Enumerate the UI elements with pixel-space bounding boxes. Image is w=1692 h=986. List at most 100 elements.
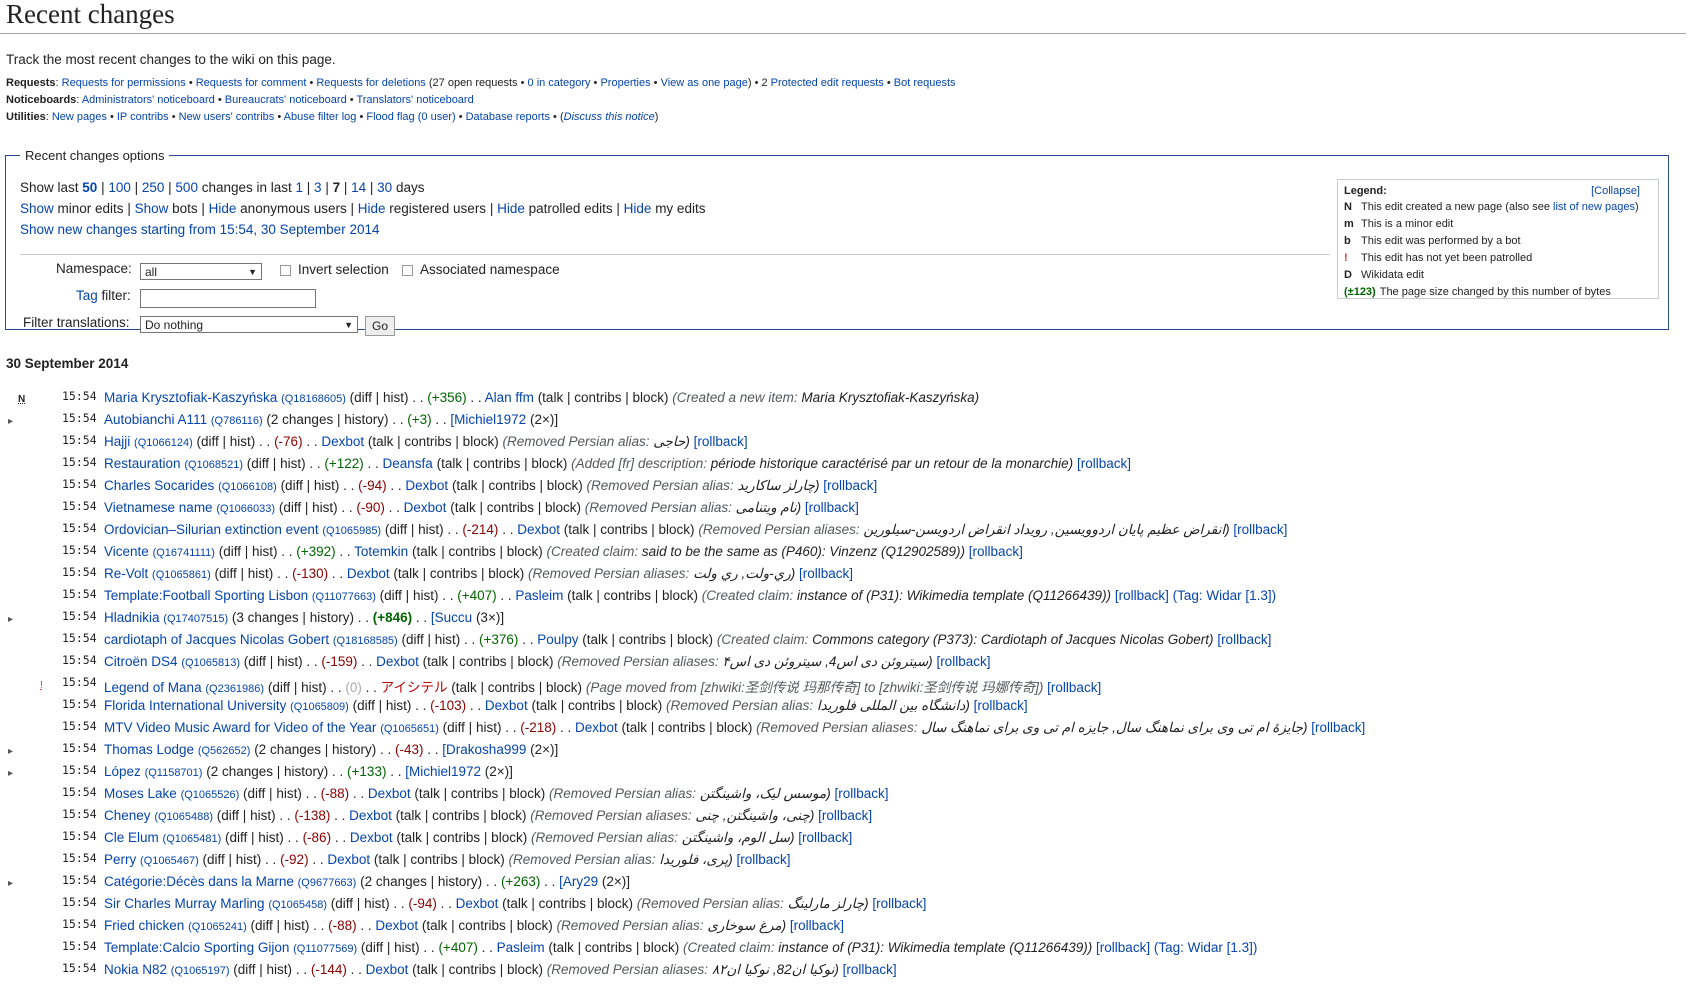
user-link[interactable]: Dexbot bbox=[347, 566, 390, 581]
user-tools[interactable]: (talk | contribs | block) bbox=[396, 830, 527, 845]
user-link[interactable]: Dexbot bbox=[404, 500, 447, 515]
rollback-link[interactable]: [rollback] bbox=[694, 434, 748, 449]
item-id-link[interactable]: (Q1065488) bbox=[154, 811, 213, 823]
user-link[interactable]: Dexbot bbox=[366, 962, 409, 977]
page-link[interactable]: Restauration bbox=[104, 456, 181, 471]
page-link[interactable]: Citroën DS4 bbox=[104, 654, 178, 669]
user-tools[interactable]: (talk | contribs | block) bbox=[452, 478, 583, 493]
rollback-link[interactable]: [rollback] bbox=[736, 852, 790, 867]
link-flood-flag[interactable]: Flood flag bbox=[366, 111, 414, 123]
toggle-anonymous[interactable]: Hide bbox=[209, 201, 237, 216]
user-tools[interactable]: (talk | contribs | block) bbox=[437, 456, 568, 471]
user-link[interactable]: [Ary29 bbox=[559, 874, 598, 889]
user-tools[interactable]: (talk | contribs | block) bbox=[538, 390, 669, 405]
link-database-reports[interactable]: Database reports bbox=[466, 111, 550, 123]
diff-hist-links[interactable]: (2 changes | history) bbox=[266, 412, 388, 427]
page-link[interactable]: Template:Calcio Sporting Gijon bbox=[104, 940, 289, 955]
rollback-link[interactable]: [rollback] bbox=[843, 962, 897, 977]
rollback-link[interactable]: [rollback] bbox=[1311, 720, 1365, 735]
item-id-link[interactable]: (Q1158701) bbox=[145, 767, 203, 779]
page-link[interactable]: Moses Lake bbox=[104, 786, 177, 801]
show-new-changes-link[interactable]: Show new changes starting from 15:54, 30… bbox=[20, 222, 379, 237]
rollback-link[interactable]: [rollback] bbox=[798, 830, 852, 845]
limit-50[interactable]: 50 bbox=[82, 180, 97, 195]
user-link[interactable]: Dexbot bbox=[349, 808, 392, 823]
page-link[interactable]: Catégorie:Décès dans la Marne bbox=[104, 874, 294, 889]
item-id-link[interactable]: (Q786116) bbox=[211, 415, 263, 427]
tag-filter-input[interactable] bbox=[140, 289, 316, 308]
user-link[interactable]: Dexbot bbox=[350, 830, 393, 845]
link-discuss-notice[interactable]: Discuss this notice bbox=[564, 111, 655, 123]
item-id-link[interactable]: (Q16741111) bbox=[153, 547, 215, 559]
diff-hist-links[interactable]: (diff | hist) bbox=[197, 434, 256, 449]
link-admin-noticeboard[interactable]: Administrators' noticeboard bbox=[82, 94, 215, 106]
item-id-link[interactable]: (Q1065481) bbox=[163, 833, 222, 845]
user-link[interactable]: Deansfa bbox=[383, 456, 433, 471]
page-link[interactable]: Thomas Lodge bbox=[104, 742, 194, 757]
user-link[interactable]: Poulpy bbox=[537, 632, 578, 647]
expand-toggle-icon[interactable]: ▸ bbox=[8, 614, 13, 625]
user-tools[interactable]: (talk | contribs | block) bbox=[423, 654, 554, 669]
diff-hist-links[interactable]: (3 changes | history) bbox=[232, 610, 354, 625]
user-tools[interactable]: (2×)] bbox=[530, 412, 558, 427]
page-link[interactable]: Ordovician–Silurian extinction event bbox=[104, 522, 319, 537]
associated-namespace-checkbox[interactable] bbox=[402, 265, 413, 276]
rollback-link[interactable]: [rollback] bbox=[805, 500, 859, 515]
diff-hist-links[interactable]: (diff | hist) bbox=[233, 962, 292, 977]
days-1[interactable]: 1 bbox=[296, 180, 304, 195]
diff-hist-links[interactable]: (diff | hist) bbox=[251, 918, 310, 933]
item-id-link[interactable]: (Q1065526) bbox=[181, 789, 240, 801]
diff-hist-links[interactable]: (diff | hist) bbox=[385, 522, 444, 537]
item-id-link[interactable]: (Q1065861) bbox=[152, 569, 211, 581]
user-link[interactable]: Dexbot bbox=[375, 918, 418, 933]
diff-hist-links[interactable]: (diff | hist) bbox=[243, 786, 302, 801]
page-link[interactable]: Perry bbox=[104, 852, 136, 867]
page-link[interactable]: Vietnamese name bbox=[104, 500, 213, 515]
list-of-new-pages-link[interactable]: list of new pages bbox=[1553, 201, 1635, 213]
diff-hist-links[interactable]: (2 changes | history) bbox=[206, 764, 328, 779]
rollback-link[interactable]: [rollback] bbox=[818, 808, 872, 823]
user-tools[interactable]: (talk | contribs | block) bbox=[531, 698, 662, 713]
user-tools[interactable]: (talk | contribs | block) bbox=[451, 680, 582, 695]
item-id-link[interactable]: (Q18168605) bbox=[281, 393, 346, 405]
link-flood-users[interactable]: (0 user) bbox=[418, 111, 456, 123]
days-7[interactable]: 7 bbox=[333, 180, 341, 195]
rollback-link[interactable]: [rollback] bbox=[1077, 456, 1131, 471]
diff-hist-links[interactable]: (2 changes | history) bbox=[360, 874, 482, 889]
item-id-link[interactable]: (Q1065813) bbox=[181, 657, 240, 669]
user-tools[interactable]: (talk | contribs | block) bbox=[622, 720, 753, 735]
item-id-link[interactable]: (Q18168585) bbox=[333, 635, 398, 647]
invert-selection-checkbox[interactable] bbox=[280, 265, 291, 276]
diff-hist-links[interactable]: (diff | hist) bbox=[244, 654, 303, 669]
diff-hist-links[interactable]: (diff | hist) bbox=[380, 588, 439, 603]
user-link[interactable]: [Drakosha999 bbox=[442, 742, 526, 757]
page-link[interactable]: Nokia N82 bbox=[104, 962, 167, 977]
user-link[interactable]: Totemkin bbox=[354, 544, 408, 559]
page-link[interactable]: MTV Video Music Award for Video of the Y… bbox=[104, 720, 376, 735]
diff-hist-links[interactable]: (diff | hist) bbox=[247, 456, 306, 471]
user-link[interactable]: [Michiel1972 bbox=[405, 764, 481, 779]
rollback-link[interactable]: [rollback] bbox=[974, 698, 1028, 713]
rollback-link[interactable]: [rollback] bbox=[936, 654, 990, 669]
link-bot-requests[interactable]: Bot requests bbox=[894, 77, 956, 89]
link-bureaucrats-noticeboard[interactable]: Bureaucrats' noticeboard bbox=[225, 94, 347, 106]
filter-translations-select[interactable]: Do nothing ▼ bbox=[140, 316, 358, 333]
rollback-link[interactable]: [rollback] bbox=[799, 566, 853, 581]
expand-toggle-icon[interactable]: ▸ bbox=[8, 746, 13, 757]
user-link[interactable]: Dexbot bbox=[517, 522, 560, 537]
link-new-users-contribs[interactable]: New users' contribs bbox=[179, 111, 275, 123]
days-14[interactable]: 14 bbox=[351, 180, 366, 195]
item-id-link[interactable]: (Q1065197) bbox=[171, 965, 230, 977]
item-id-link[interactable]: (Q11077663) bbox=[312, 591, 376, 603]
item-id-link[interactable]: (Q1066124) bbox=[134, 437, 193, 449]
user-link[interactable]: Pasleim bbox=[497, 940, 545, 955]
toggle-registered[interactable]: Hide bbox=[358, 201, 386, 216]
limit-250[interactable]: 250 bbox=[142, 180, 165, 195]
page-link[interactable]: Cle Elum bbox=[104, 830, 159, 845]
rollback-link[interactable]: [rollback] bbox=[1233, 522, 1287, 537]
user-link[interactable]: アイシテル bbox=[381, 680, 448, 695]
item-id-link[interactable]: (Q2361986) bbox=[205, 683, 264, 695]
diff-hist-links[interactable]: (diff | hist) bbox=[361, 940, 420, 955]
toggle-my-edits[interactable]: Hide bbox=[624, 201, 652, 216]
rollback-link[interactable]: [rollback] (Tag: Widar [1.3]) bbox=[1115, 588, 1276, 603]
